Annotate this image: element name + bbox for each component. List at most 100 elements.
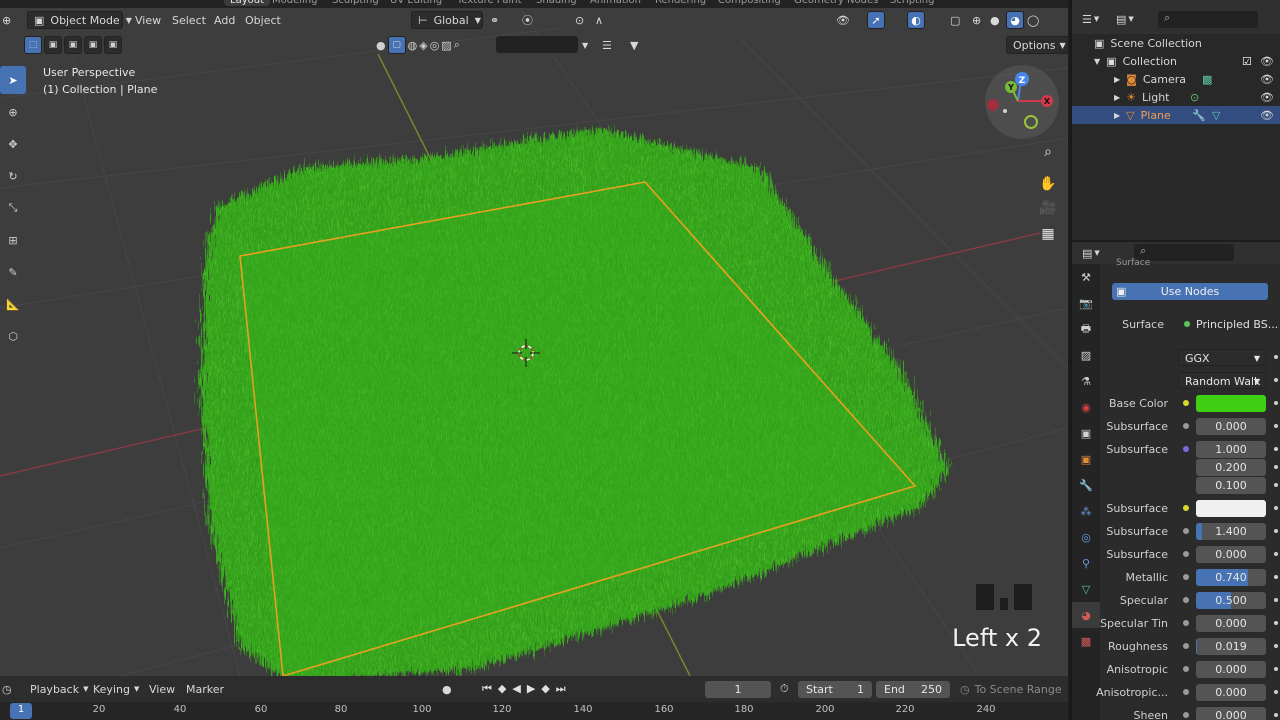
color-swatch[interactable] — [1196, 499, 1266, 517]
select-extend-button[interactable]: ▣ — [44, 36, 62, 54]
gizmo-toggle-button[interactable]: ➚ — [867, 11, 885, 29]
properties-editor-type[interactable]: ▤ ▼ — [1082, 244, 1100, 262]
keyframe-dot[interactable] — [1274, 378, 1278, 382]
play-icon[interactable]: ▶ — [527, 682, 535, 696]
tool-move[interactable]: ✥ — [0, 130, 26, 158]
orientation-dropdown[interactable]: ⊢ Global ▼ — [411, 11, 483, 29]
outliner-item-plane[interactable]: ▶ ▽ Plane 🔧 ▽ 👁 — [1072, 106, 1280, 124]
keyframe-dot[interactable] — [1274, 644, 1278, 648]
jump-end-icon[interactable]: ⏭ — [556, 682, 566, 696]
outliner-scene-collection[interactable]: ▣ Scene Collection — [1072, 34, 1280, 52]
mode-dropdown[interactable]: ▣ Object Mode ▼ — [27, 11, 132, 29]
filter-object-button[interactable]: ▢ — [387, 36, 406, 54]
falloff-button[interactable]: ∧ — [595, 11, 603, 29]
start-frame-field[interactable]: Start 1 — [798, 681, 872, 698]
filter-search-input[interactable] — [496, 36, 578, 53]
ortho-toggle-button[interactable]: ▦ — [1036, 222, 1060, 246]
outliner-item-collection[interactable]: ▼ ▣ Collection ☑ 👁 — [1072, 52, 1280, 70]
select-new-button[interactable]: ⬚ — [24, 36, 42, 54]
to-scene-range-button[interactable]: ◷ To Scene Range — [960, 680, 1062, 698]
surface-shader-value[interactable]: Principled BS... — [1196, 318, 1278, 331]
keyframe-dot[interactable] — [1274, 621, 1278, 625]
menu-keying[interactable]: Keying ▼ — [93, 680, 139, 698]
pan-button[interactable]: ✋ — [1036, 172, 1060, 196]
options-dropdown[interactable]: Options ▼ — [1006, 36, 1068, 54]
tab-physics[interactable]: ◎ — [1072, 524, 1100, 550]
visibility-button[interactable]: 👁 — [836, 11, 850, 29]
tab-scene[interactable]: ⚗ — [1072, 368, 1100, 394]
tab-data[interactable]: ▽ — [1072, 576, 1100, 602]
tab-particles[interactable]: ⁂ — [1072, 498, 1100, 524]
eye-icon[interactable]: 👁 — [1260, 73, 1274, 86]
preview-range-button[interactable]: ⏱ — [780, 680, 789, 698]
workspace-tab[interactable]: UV Editing — [390, 0, 442, 6]
tool-scale[interactable]: ⤡ — [0, 194, 26, 222]
value-slider[interactable]: 0.740 — [1196, 568, 1266, 586]
keyframe-dot[interactable] — [1274, 401, 1278, 405]
shading-rendered-button[interactable]: ◯ — [1027, 11, 1039, 29]
tab-render[interactable]: 📷 — [1072, 290, 1100, 316]
menu-playback[interactable]: Playback ▼ — [30, 680, 88, 698]
end-frame-field[interactable]: End 250 — [876, 681, 950, 698]
value-slider[interactable]: 0.100 — [1196, 476, 1266, 494]
menu-timeline-view[interactable]: View — [149, 680, 175, 698]
proportional-edit-button[interactable]: ⊙ — [575, 11, 584, 29]
keyframe-dot[interactable] — [1274, 713, 1278, 717]
outliner-search-input[interactable]: ⌕ — [1158, 11, 1258, 28]
tool-annotate[interactable]: ✎ — [0, 258, 26, 286]
menu-add[interactable]: Add — [214, 11, 235, 29]
tab-collection[interactable]: ▣ — [1072, 420, 1100, 446]
tab-world[interactable]: ◉ — [1072, 394, 1100, 420]
color-swatch[interactable] — [1196, 394, 1266, 412]
jump-start-icon[interactable]: ⏮ — [482, 682, 492, 696]
menu-marker[interactable]: Marker — [186, 680, 224, 698]
workspace-tab[interactable]: Sculpting — [332, 0, 379, 6]
keyframe-dot[interactable] — [1274, 667, 1278, 671]
menu-select[interactable]: Select — [172, 11, 206, 29]
keyframe-dot[interactable] — [1274, 552, 1278, 556]
outliner-item-light[interactable]: ▶ ☀ Light ⊙ 👁 — [1072, 88, 1280, 106]
workspace-tab[interactable]: Animation — [590, 0, 641, 6]
navigation-gizmo[interactable]: Z Y X — [985, 65, 1059, 139]
eye-icon[interactable]: 👁 — [1260, 91, 1274, 104]
value-slider[interactable]: 1.000 — [1196, 440, 1266, 458]
select-intersect-button[interactable]: ▣ — [104, 36, 122, 54]
workspace-tab[interactable]: Rendering — [655, 0, 706, 6]
keyframe-dot[interactable] — [1274, 483, 1278, 487]
play-reverse-icon[interactable]: ◀ — [512, 682, 520, 696]
value-slider[interactable]: 0.000 — [1196, 545, 1266, 563]
shading-wireframe-button[interactable]: ⊕ — [972, 11, 981, 29]
snap-button[interactable]: ⦿ — [522, 11, 533, 29]
tool-rotate[interactable]: ↻ — [0, 162, 26, 190]
keyframe-dot[interactable] — [1274, 690, 1278, 694]
tab-texture[interactable]: ▩ — [1072, 628, 1100, 654]
tab-constraints[interactable]: ⚲ — [1072, 550, 1100, 576]
shading-material-button[interactable]: ◕ — [1006, 11, 1024, 29]
overlay-toggle-button[interactable]: ◐ — [907, 11, 925, 29]
use-nodes-button[interactable]: ▣ Use Nodes — [1112, 283, 1268, 300]
pivot-button[interactable]: ⚭ — [490, 11, 499, 29]
keyframe-dot[interactable] — [1274, 447, 1278, 451]
select-invert-button[interactable]: ▣ — [84, 36, 102, 54]
workspace-tab[interactable]: Layout — [224, 0, 270, 6]
xray-button[interactable]: ▢ — [950, 11, 960, 29]
value-slider[interactable]: 0.000 — [1196, 417, 1266, 435]
eye-icon[interactable]: 👁 — [1260, 109, 1274, 122]
tool-add-cube[interactable]: ⬡ — [0, 322, 26, 350]
workspace-tab[interactable]: Shading — [536, 0, 577, 6]
keyframe-dot[interactable] — [1274, 575, 1278, 579]
workspace-tab[interactable]: Compositing — [718, 0, 781, 6]
value-slider[interactable]: 0.500 — [1196, 591, 1266, 609]
camera-view-button[interactable]: 🎥 — [1036, 196, 1060, 220]
keyframe-dot[interactable] — [1274, 355, 1278, 359]
tab-material[interactable]: ◕ — [1072, 602, 1100, 628]
tool-transform[interactable]: ⊞ — [0, 226, 26, 254]
tab-view-layer[interactable]: ▨ — [1072, 342, 1100, 368]
current-frame-field[interactable]: 1 — [705, 681, 771, 698]
value-slider[interactable]: 0.000 — [1196, 660, 1266, 678]
tab-tool[interactable]: ⚒ — [1072, 264, 1100, 290]
eye-icon[interactable]: 👁 — [1260, 55, 1274, 68]
workspace-tab[interactable]: Geometry Nodes — [794, 0, 878, 6]
tool-select-box[interactable]: ➤ — [0, 66, 26, 94]
outliner-item-camera[interactable]: ▶ ◙ Camera ▩ 👁 — [1072, 70, 1280, 88]
